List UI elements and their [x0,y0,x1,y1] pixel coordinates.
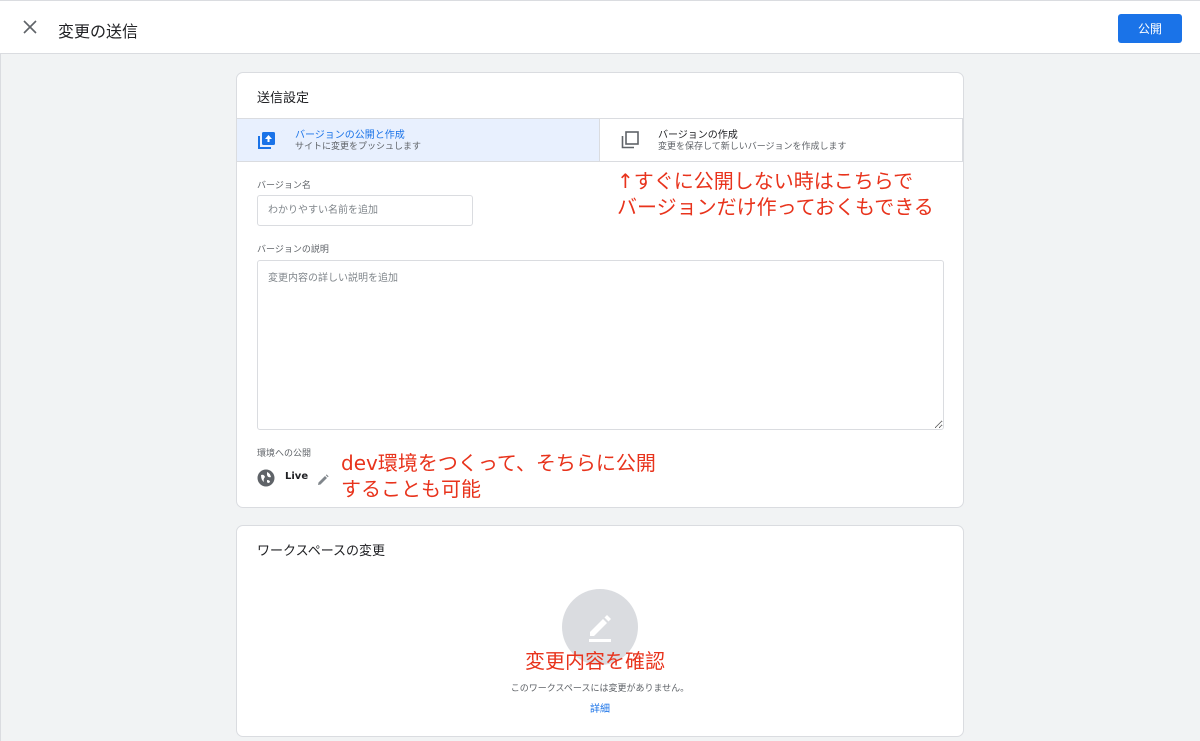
top-bar: 変更の送信 公開 [0,0,1200,54]
option-create-subtitle: 変更を保存して新しいバージョンを作成します [658,142,847,152]
submission-settings-title: 送信設定 [257,91,310,106]
annotation-line: バージョンだけ作っておくもできる [617,195,934,219]
pencil-icon [318,474,329,485]
environment-label: 環境への公開 [257,449,312,459]
page-title: 変更の送信 [58,22,139,41]
globe-icon [257,469,275,487]
workspace-changes-title: ワークスペースの変更 [257,544,386,559]
edit-environment-button[interactable] [317,471,331,485]
version-description-label: バージョンの説明 [257,245,329,255]
details-link[interactable]: 詳細 [236,700,964,715]
window-left-edge [0,54,1,741]
option-publish-and-create-version[interactable]: バージョンの公開と作成 サイトに変更をプッシュします [237,118,600,162]
annotation-environment-note: dev環境をつくって、そちらに公開 することも可能 [341,450,656,502]
annotation-line: ↑すぐに公開しない時はこちらで [617,169,914,193]
annotation-line: することも可能 [341,477,481,501]
option-publish-subtitle: サイトに変更をプッシュします [295,142,422,152]
version-description-textarea[interactable] [257,260,944,430]
annotation-create-version-note: ↑すぐに公開しない時はこちらで バージョンだけ作っておくもできる [617,168,934,220]
edit-pencil-icon [589,615,611,642]
annotation-review-changes: 変更内容を確認 [525,649,665,673]
annotation-line: dev環境をつくって、そちらに公開 [341,451,656,475]
empty-state-message: このワークスペースには変更がありません。 [510,684,690,694]
version-name-input[interactable] [257,195,473,226]
version-name-label: バージョン名 [257,181,311,191]
copy-icon [621,131,639,149]
close-button[interactable] [18,15,42,39]
submission-settings-card: 送信設定 バージョンの公開と作成 サイトに変更をプッシュします バージョンの作成… [236,72,964,508]
close-icon [23,20,37,34]
publish-button[interactable]: 公開 [1118,14,1182,43]
option-create-version[interactable]: バージョンの作成 変更を保存して新しいバージョンを作成します [600,118,963,162]
environment-name: Live [285,471,309,482]
publish-upload-icon [258,132,275,149]
